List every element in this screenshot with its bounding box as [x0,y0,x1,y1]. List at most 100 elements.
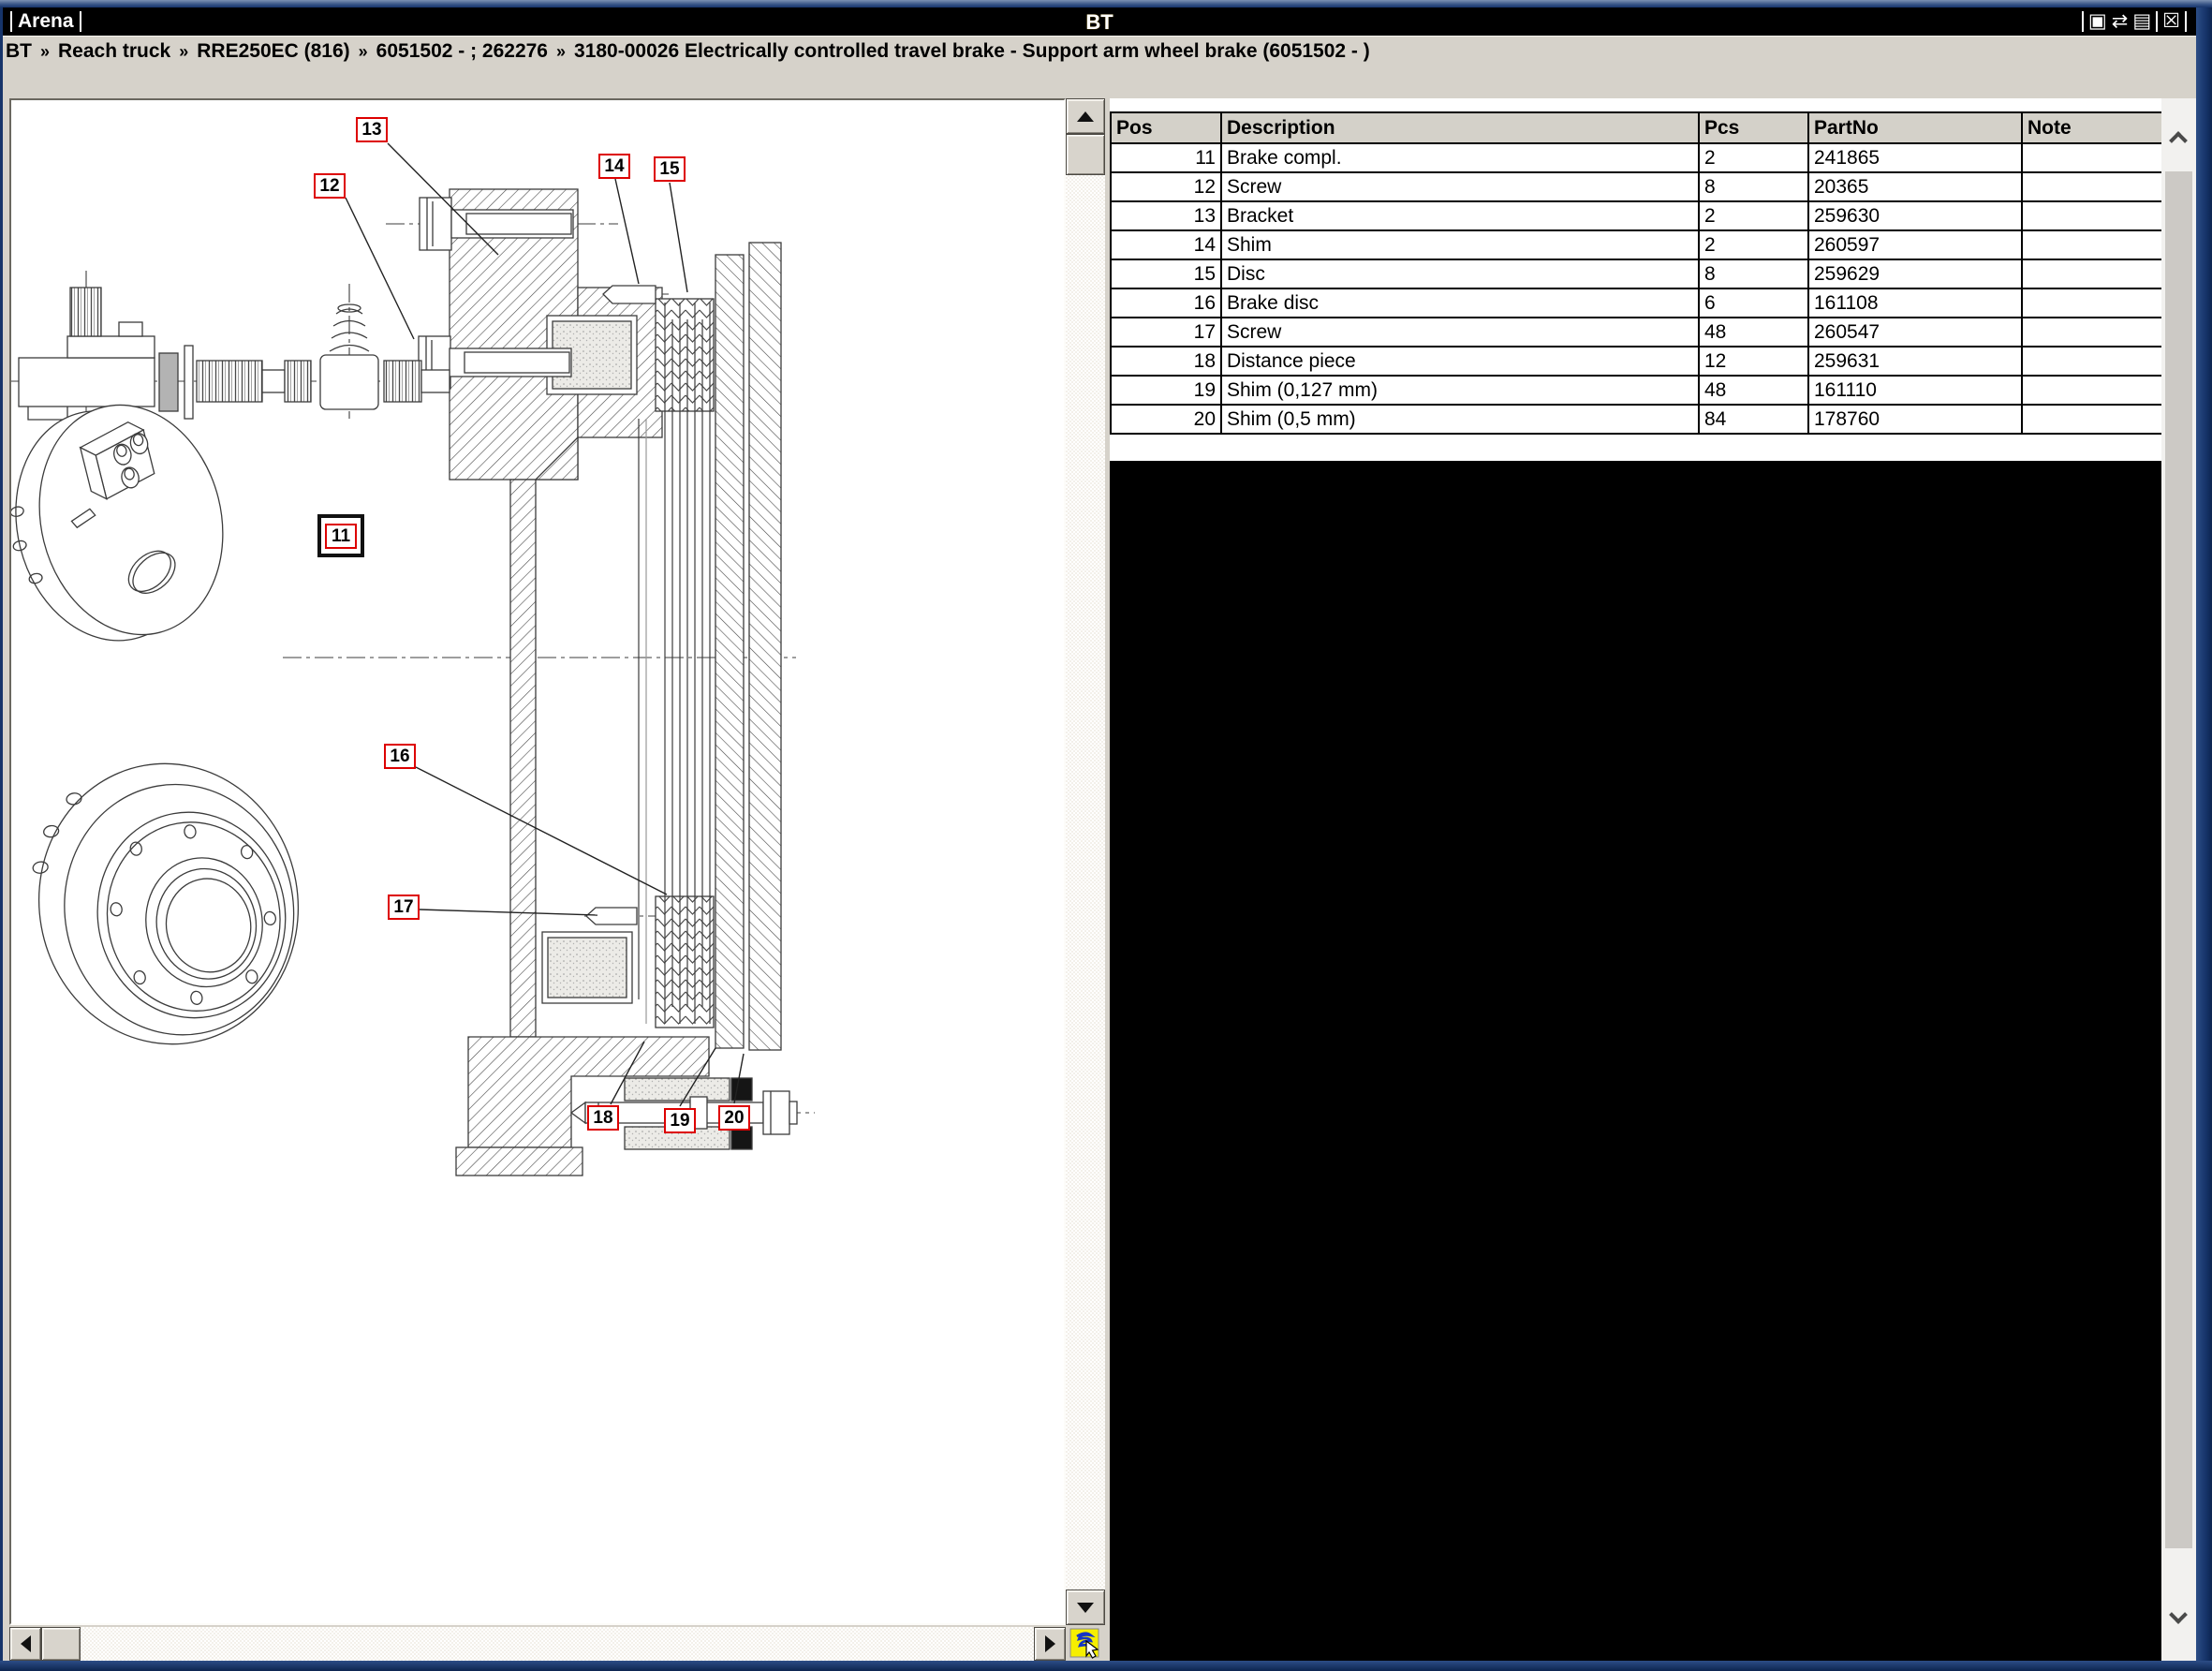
cell-partno: 259630 [1808,201,2022,230]
svg-viewer-icon[interactable] [1069,1628,1101,1660]
cell-partno: 178760 [1808,405,2022,434]
main-content: 11121314151617181920 PosDescriptionPcsPa… [3,98,2196,1661]
cell-partno: 161108 [1808,288,2022,318]
horizontal-scroll-thumb[interactable] [41,1627,81,1661]
cell-partno: 241865 [1808,143,2022,172]
diagram-panel: 11 12 13 14 15 16 17 18 19 20 [9,98,1105,1661]
table-row[interactable]: 11Brake compl.2241865 [1111,143,2162,172]
table-row[interactable]: 13Bracket2259630 [1111,201,2162,230]
callout-15[interactable]: 15 [654,156,686,182]
chevron-down-icon[interactable] [2169,1605,2188,1624]
cell-description: Shim (0,5 mm) [1221,405,1699,434]
triangle-left-icon [21,1635,31,1652]
chevron-up-icon[interactable] [2169,131,2188,150]
parts-panel: PosDescriptionPcsPartNoNote 11Brake comp… [1110,98,2196,1661]
cell-partno: 259629 [1808,259,2022,288]
window-list-icon[interactable]: ▤ [2132,9,2151,34]
cell-pcs: 48 [1699,376,1808,405]
table-row[interactable]: 18Distance piece12259631 [1111,347,2162,376]
table-row[interactable]: 20Shim (0,5 mm)84178760 [1111,405,2162,434]
column-header-note: Note [2022,112,2162,143]
brake-assembly-drawing [11,100,1064,1623]
cell-note [2022,201,2162,230]
separator [2185,11,2187,32]
cell-pos: 20 [1111,405,1221,434]
breadcrumb-segment: 3180-00026 Electrically controlled trave… [574,40,1370,63]
callout-17[interactable]: 17 [388,895,420,920]
cell-description: Screw [1221,172,1699,201]
cell-description: Brake disc [1221,288,1699,318]
breadcrumb-bar: BT»Reach truck»RRE250EC (816)»6051502 - … [3,36,2196,98]
table-row[interactable]: 12Screw820365 [1111,172,2162,201]
cell-note [2022,143,2162,172]
cell-description: Bracket [1221,201,1699,230]
table-scroll-thumb[interactable] [2165,171,2192,1548]
cell-pos: 11 [1111,143,1221,172]
table-row[interactable]: 14Shim2260597 [1111,230,2162,259]
callout-11[interactable]: 11 [325,524,357,549]
cell-note [2022,405,2162,434]
callout-13[interactable]: 13 [356,117,388,142]
breadcrumb-segment[interactable]: Reach truck [58,40,170,63]
cell-description: Brake compl. [1221,143,1699,172]
table-row[interactable]: 19Shim (0,127 mm)48161110 [1111,376,2162,405]
callout-14[interactable]: 14 [598,154,630,179]
cell-note [2022,347,2162,376]
table-scrollbar[interactable] [2161,98,2196,1661]
cell-description: Shim (0,127 mm) [1221,376,1699,405]
switch-window-icon[interactable]: ⇄ [2112,9,2129,34]
cell-pos: 13 [1111,201,1221,230]
cell-description: Disc [1221,259,1699,288]
cell-pcs: 12 [1699,347,1808,376]
selected-callout-frame[interactable]: 11 [317,514,364,557]
scroll-down-button[interactable] [1066,1590,1105,1625]
table-row[interactable]: 17Screw48260547 [1111,318,2162,347]
cell-pos: 14 [1111,230,1221,259]
close-icon[interactable]: ☒ [2162,9,2180,34]
breadcrumb-separator: » [359,42,368,62]
cell-pos: 12 [1111,172,1221,201]
column-header-description: Description [1221,112,1699,143]
cell-note [2022,318,2162,347]
table-row[interactable]: 16Brake disc6161108 [1111,288,2162,318]
callout-16[interactable]: 16 [384,744,416,769]
window-controls: ▣⇄▤ ☒ [2082,9,2187,34]
vertical-scroll-thumb[interactable] [1066,134,1105,175]
breadcrumb-segment[interactable]: BT [6,40,32,63]
cell-partno: 20365 [1808,172,2022,201]
breadcrumb-segment[interactable]: 6051502 - ; 262276 [376,40,548,63]
cell-partno: 259631 [1808,347,2022,376]
scroll-left-button[interactable] [9,1627,41,1661]
breadcrumb-separator: » [179,42,188,62]
scroll-right-button[interactable] [1034,1627,1066,1661]
breadcrumb-segment[interactable]: RRE250EC (816) [197,40,349,63]
diagram-vertical-scrollbar[interactable] [1066,98,1105,1625]
cell-note [2022,259,2162,288]
diagram-viewport[interactable]: 11 12 13 14 15 16 17 18 19 20 [9,98,1066,1625]
callout-20[interactable]: 20 [718,1105,750,1131]
window-top-border [0,0,2212,7]
cell-partno: 161110 [1808,376,2022,405]
callout-19[interactable]: 19 [664,1108,696,1133]
callout-12[interactable]: 12 [314,173,346,199]
cell-note [2022,172,2162,201]
cell-partno: 260597 [1808,230,2022,259]
window-title: BT [3,10,2196,35]
diagram-horizontal-scrollbar[interactable] [9,1627,1066,1661]
restore-window-icon[interactable]: ▣ [2088,9,2107,34]
cell-note [2022,376,2162,405]
cell-note [2022,288,2162,318]
cell-description: Screw [1221,318,1699,347]
scroll-up-button[interactable] [1066,98,1105,134]
cell-partno: 260547 [1808,318,2022,347]
cell-pcs: 2 [1699,201,1808,230]
separator [2156,11,2158,32]
cell-pos: 15 [1111,259,1221,288]
callout-18[interactable]: 18 [587,1105,619,1131]
breadcrumb: BT»Reach truck»RRE250EC (816)»6051502 - … [3,37,2196,63]
table-row[interactable]: 15Disc8259629 [1111,259,2162,288]
cell-pcs: 2 [1699,143,1808,172]
cell-description: Distance piece [1221,347,1699,376]
cell-note [2022,230,2162,259]
cell-pos: 16 [1111,288,1221,318]
